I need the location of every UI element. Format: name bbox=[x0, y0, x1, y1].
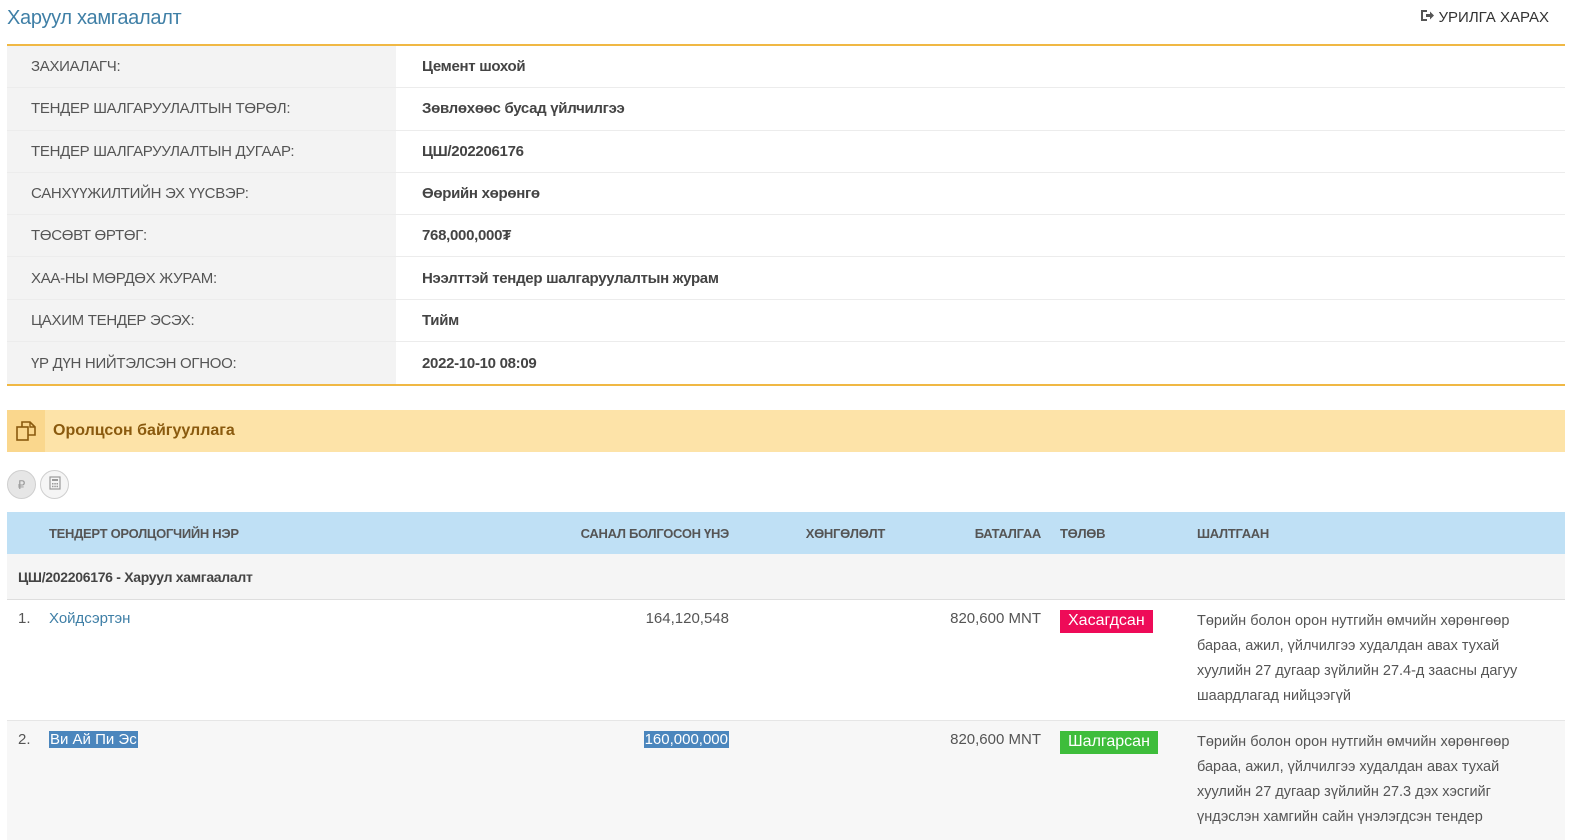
currency-button[interactable]: ₽ bbox=[7, 470, 36, 499]
bidders-table: ТЕНДЕРТ ОРОЛЦОГЧИЙН НЭР САНАЛ БОЛГОСОН Ү… bbox=[7, 512, 1565, 840]
info-label: ТӨСӨВТ ӨРТӨГ: bbox=[7, 215, 396, 257]
header-cell-discount[interactable]: ХӨНГӨЛӨЛТ bbox=[729, 526, 886, 541]
calculator-icon bbox=[48, 476, 61, 493]
info-row-tender-number: ТЕНДЕР ШАЛГАРУУЛАЛТЫН ДУГААР: ЦШ/2022061… bbox=[7, 130, 1565, 173]
status-badge: Хасагдсан bbox=[1060, 610, 1153, 633]
info-value: Өөрийн хөрөнгө bbox=[422, 185, 540, 203]
section-title: Оролцсон байгууллага bbox=[53, 422, 235, 439]
row-number: 2. bbox=[18, 731, 31, 748]
info-label: ХАА-НЫ МӨРДӨХ ЖУРАМ: bbox=[7, 257, 396, 299]
info-row-e-tender: ЦАХИМ ТЕНДЕР ЭСЭХ: Тийм bbox=[7, 299, 1565, 343]
info-row-procedure: ХАА-НЫ МӨРДӨХ ЖУРАМ: Нээлттэй тендер шал… bbox=[7, 257, 1565, 300]
info-value: 768,000,000₮ bbox=[422, 227, 511, 245]
info-label: ҮР ДҮН НИЙТЭЛСЭН ОГНОО: bbox=[7, 342, 396, 385]
sign-out-icon bbox=[1420, 9, 1435, 26]
info-row-tender-type: ТЕНДЕР ШАЛГАРУУЛАЛТЫН ТӨРӨЛ: Зөвлөхөөс б… bbox=[7, 88, 1565, 131]
info-label: ТЕНДЕР ШАЛГАРУУЛАЛТЫН ТӨРӨЛ: bbox=[7, 88, 396, 130]
currency-icon: ₽ bbox=[17, 477, 26, 492]
table-row: 1. Хойдсэртэн 164,120,548 820,600 MNT Ха… bbox=[7, 600, 1565, 721]
bidder-name-link[interactable]: Ви Ай Пи Эс bbox=[49, 731, 138, 748]
header-cell-reason[interactable]: ШАЛТГААН bbox=[1197, 526, 1565, 541]
bidder-name-link[interactable]: Хойдсэртэн bbox=[49, 610, 130, 627]
info-value: Тийм bbox=[422, 311, 459, 329]
calculator-button[interactable] bbox=[40, 470, 69, 499]
copy-icon bbox=[7, 410, 45, 452]
bid-price: 164,120,548 bbox=[645, 610, 729, 627]
table-row: 2. Ви Ай Пи Эс 160,000,000 820,600 MNT Ш… bbox=[7, 721, 1565, 840]
table-header-row: ТЕНДЕРТ ОРОЛЦОГЧИЙН НЭР САНАЛ БОЛГОСОН Ү… bbox=[7, 512, 1565, 554]
info-row-published-date: ҮР ДҮН НИЙТЭЛСЭН ОГНОО: 2022-10-10 08:09 bbox=[7, 342, 1565, 385]
view-invitation-label: УРИЛГА ХАРАХ bbox=[1438, 9, 1549, 26]
page-header: Харуул хамгаалалт УРИЛГА ХАРАХ bbox=[7, 0, 1565, 46]
info-row-customer: ЗАХИАЛАГЧ: Цемент шохой bbox=[7, 46, 1565, 89]
bid-reason: Төрийн болон орон нутгийн өмчийн хөрөнгө… bbox=[1197, 613, 1518, 704]
table-toolbar: ₽ bbox=[7, 470, 69, 499]
info-value: ЦШ/202206176 bbox=[422, 142, 524, 160]
info-label: ЦАХИМ ТЕНДЕР ЭСЭХ: bbox=[7, 299, 396, 342]
header-cell-status[interactable]: ТӨЛӨВ bbox=[1041, 526, 1197, 541]
info-value: Цемент шохой bbox=[422, 58, 526, 76]
bid-guarantee: 820,600 MNT bbox=[950, 610, 1041, 627]
bid-price: 160,000,000 bbox=[643, 731, 729, 748]
info-value: 2022-10-10 08:09 bbox=[422, 354, 537, 372]
info-value: Нээлттэй тендер шалгаруулалтын журам bbox=[422, 269, 719, 287]
row-number: 1. bbox=[18, 610, 31, 627]
info-label: ТЕНДЕР ШАЛГАРУУЛАЛТЫН ДУГААР: bbox=[7, 130, 396, 172]
tender-info-table: ЗАХИАЛАГЧ: Цемент шохой ТЕНДЕР ШАЛГАРУУЛ… bbox=[7, 46, 1565, 387]
info-label: САНХҮҮЖИЛТИЙН ЭХ ҮҮСВЭР: bbox=[7, 172, 396, 215]
info-row-funding-source: САНХҮҮЖИЛТИЙН ЭХ ҮҮСВЭР: Өөрийн хөрөнгө bbox=[7, 172, 1565, 216]
bid-guarantee: 820,600 MNT bbox=[950, 731, 1041, 748]
info-row-budget: ТӨСӨВТ ӨРТӨГ: 768,000,000₮ bbox=[7, 215, 1565, 258]
page-title: Харуул хамгаалалт bbox=[7, 7, 182, 29]
status-badge: Шалгарсан bbox=[1060, 731, 1158, 754]
view-invitation-link[interactable]: УРИЛГА ХАРАХ bbox=[1420, 9, 1549, 26]
bid-reason: Төрийн болон орон нутгийн өмчийн хөрөнгө… bbox=[1197, 734, 1510, 825]
header-cell-guarantee[interactable]: БАТАЛГАА bbox=[885, 526, 1042, 541]
info-label: ЗАХИАЛАГЧ: bbox=[7, 46, 396, 88]
header-cell-price[interactable]: САНАЛ БОЛГОСОН ҮНЭ bbox=[455, 526, 730, 541]
participants-section-header: Оролцсон байгууллага bbox=[7, 410, 1565, 452]
table-group-row: ЦШ/202206176 - Харуул хамгаалалт bbox=[7, 554, 1565, 600]
info-value: Зөвлөхөөс бусад үйлчилгээ bbox=[422, 100, 625, 118]
header-cell-name[interactable]: ТЕНДЕРТ ОРОЛЦОГЧИЙН НЭР bbox=[49, 526, 455, 541]
